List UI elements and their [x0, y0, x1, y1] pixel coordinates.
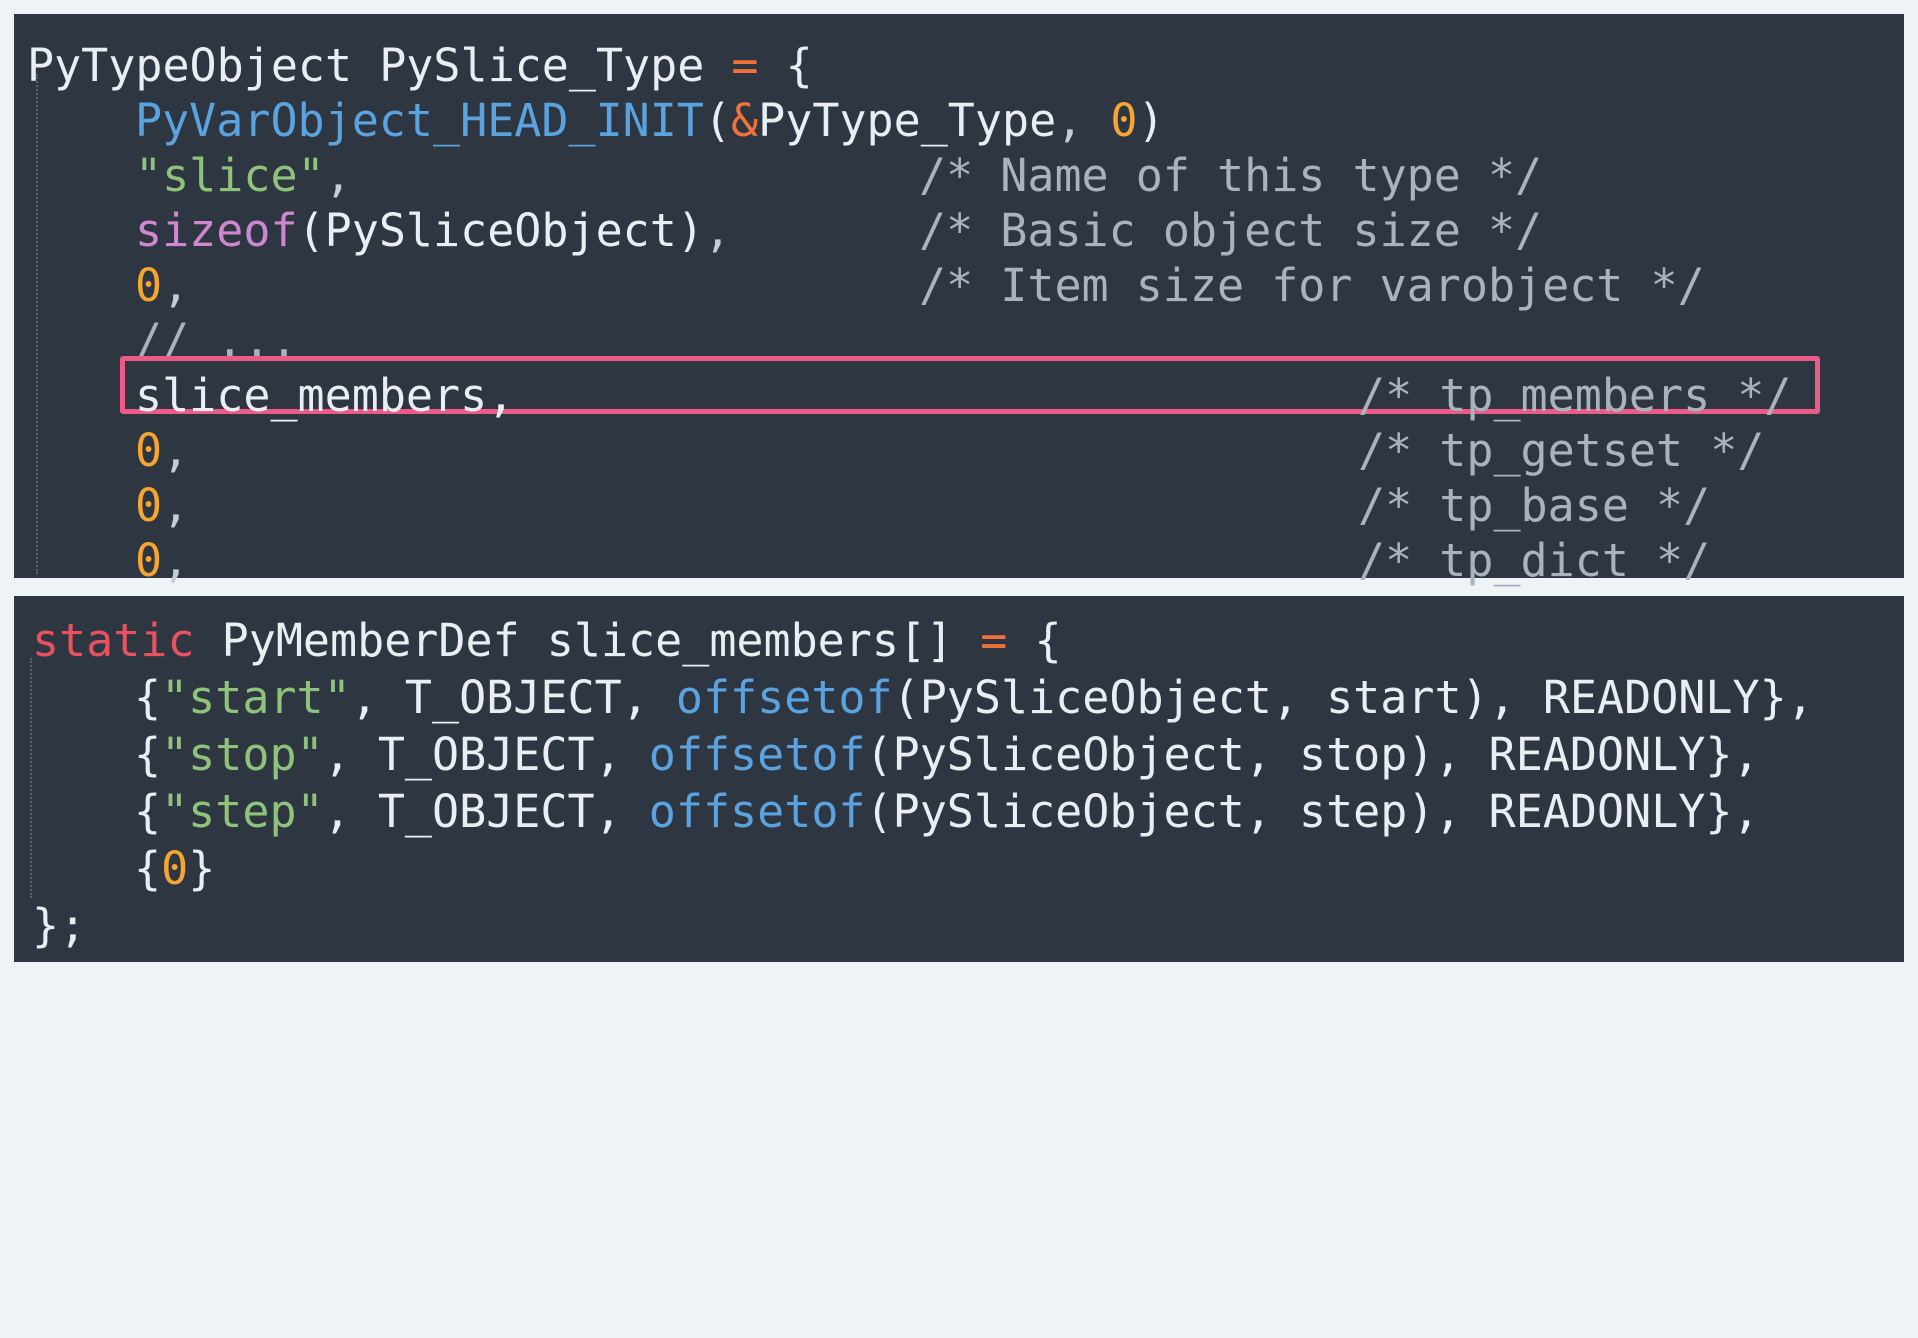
code-line-member-step: {"step", T_OBJECT, offsetof(PySliceObjec…	[134, 785, 1760, 838]
code-line-type-name: "slice",/* Name of this type */	[135, 149, 1543, 202]
code-line-closing: };	[32, 899, 87, 952]
code-token-name: PySlice_Type	[379, 39, 705, 92]
code-line-type-declaration: PyTypeObject PySlice_Type = {	[27, 38, 813, 93]
code-panel-slice-members: static PyMemberDef slice_members[] = { {…	[14, 596, 1904, 962]
code-token-static: static	[32, 614, 195, 667]
code-comment: /* Name of this type */	[919, 149, 1543, 202]
code-token-string: "slice"	[135, 149, 325, 202]
code-token-macro: PyVarObject_HEAD_INIT	[135, 94, 704, 147]
code-line-tp-base: 0,/* tp_base */	[135, 479, 1711, 532]
code-line-tp-members: slice_members, /* tp_members */	[27, 368, 1887, 423]
code-line-member-stop: {"stop", T_OBJECT, offsetof(PySliceObjec…	[134, 728, 1760, 781]
code-line-member-start: {"start", T_OBJECT, offsetof(PySliceObje…	[134, 671, 1814, 724]
code-line-members-declaration: static PyMemberDef slice_members[] = {	[32, 614, 1062, 667]
code-comment: /* tp_dict */	[1358, 534, 1711, 587]
code-line-item-size: 0,/* Item size for varobject */	[135, 259, 1705, 312]
code-line-tp-getset: 0,/* tp_getset */	[135, 424, 1765, 477]
code-comment: /* Basic object size */	[919, 204, 1543, 257]
code-comment: /* tp_base */	[1358, 479, 1711, 532]
code-token-type: PyTypeObject	[27, 39, 353, 92]
code-token-equals: =	[731, 39, 759, 92]
code-line-basic-size: sizeof(PySliceObject),/* Basic object si…	[135, 204, 1543, 257]
code-token-sizeof: sizeof	[135, 204, 298, 257]
code-token-brace: {	[785, 39, 813, 92]
code-comment: /* tp_getset */	[1358, 424, 1765, 477]
code-line-tp-dict: 0,/* tp_dict */	[135, 534, 1711, 587]
code-token-slice-members: slice_members,	[135, 369, 515, 422]
code-panel-pyslice-type: PyTypeObject PySlice_Type = { PyVarObjec…	[14, 14, 1904, 587]
code-line-member-sentinel: {0}	[134, 842, 216, 895]
code-comment: /* Item size for varobject */	[919, 259, 1705, 312]
code-comment: /* tp_members */	[1358, 369, 1792, 422]
code-line-head-init: PyVarObject_HEAD_INIT(&PyType_Type, 0)	[135, 94, 1165, 147]
